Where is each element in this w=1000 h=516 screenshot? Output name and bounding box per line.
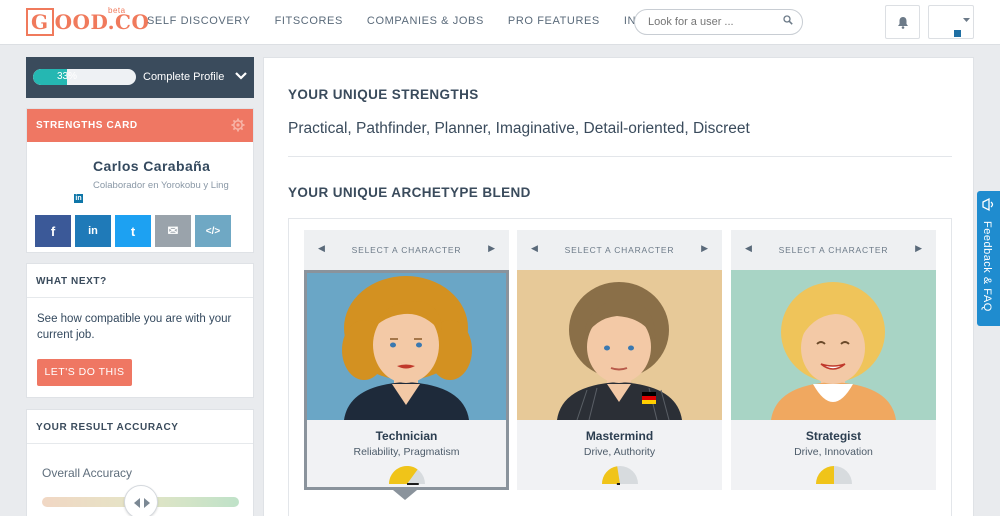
character-gauge [389, 466, 425, 485]
select-character-label: SELECT A CHARACTER [351, 245, 462, 255]
character-info: Mastermind Drive, Authority [517, 420, 722, 490]
accuracy-slider-handle[interactable] [124, 485, 158, 516]
user-search [634, 9, 803, 35]
complete-profile-bar[interactable]: 33% Complete Profile [26, 57, 254, 98]
character-selector: ◀ SELECT A CHARACTER ▶ [304, 230, 509, 270]
character-portrait [731, 270, 936, 420]
selected-pointer [393, 490, 417, 500]
share-embed-button[interactable]: </> [195, 215, 231, 247]
technician-illustration [304, 270, 509, 420]
email-icon: ✉ [167, 223, 179, 238]
character-name: Technician [375, 429, 438, 443]
megaphone-icon [982, 197, 994, 212]
character-card-mastermind[interactable]: ◀ SELECT A CHARACTER ▶ Mastermind Drive,… [517, 230, 722, 490]
select-character-label: SELECT A CHARACTER [564, 245, 675, 255]
profile-name: Carlos Carabaña [93, 158, 211, 174]
result-accuracy-title: YOUR RESULT ACCURACY [27, 410, 253, 444]
nav-pro-features[interactable]: PRO FEATURES [508, 15, 600, 27]
account-menu[interactable] [928, 5, 974, 39]
strengths-card-header: STRENGTHS CARD [27, 109, 253, 142]
character-traits: Reliability, Pragmatism [353, 446, 460, 458]
search-icon[interactable] [783, 15, 793, 25]
main-nav: SELF DISCOVERY FITSCORES COMPANIES & JOB… [147, 15, 705, 27]
arrows-left-right-icon [134, 498, 150, 508]
overall-accuracy-label: Overall Accuracy [42, 466, 133, 480]
what-next-title: WHAT NEXT? [27, 264, 253, 298]
linkedin-icon: in [88, 225, 98, 237]
embed-icon: </> [205, 225, 221, 237]
character-name: Mastermind [585, 429, 654, 443]
lets-do-this-button[interactable]: LET'S DO THIS [37, 359, 132, 386]
goodco-logo[interactable]: G OOD.CO beta [26, 6, 149, 36]
bell-icon [898, 17, 908, 29]
notifications-button[interactable] [885, 5, 920, 39]
section-divider [288, 156, 952, 157]
caret-down-icon [963, 18, 970, 22]
user-search-input[interactable] [648, 16, 778, 28]
progress-percent: 33% [57, 71, 78, 82]
share-facebook-button[interactable]: f [35, 215, 71, 247]
share-email-button[interactable]: ✉ [155, 215, 191, 247]
character-selector: ◀ SELECT A CHARACTER ▶ [731, 230, 936, 270]
character-traits: Drive, Innovation [794, 446, 873, 458]
top-navbar: G OOD.CO beta SELF DISCOVERY FITSCORES CO… [0, 0, 1000, 45]
what-next-text: See how compatible you are with your cur… [37, 313, 232, 341]
unique-strengths-list: Practical, Pathfinder, Planner, Imaginat… [288, 120, 750, 137]
twitter-icon: t [130, 223, 136, 239]
chevron-down-icon[interactable] [235, 71, 247, 81]
archetype-blend-heading: YOUR UNIQUE ARCHETYPE BLEND [288, 185, 531, 200]
share-twitter-button[interactable]: t [115, 215, 151, 247]
nav-self-discovery[interactable]: SELF DISCOVERY [147, 15, 251, 27]
strengths-card: STRENGTHS CARD Carlos Carabaña Colaborad… [26, 108, 254, 253]
main-panel: YOUR UNIQUE STRENGTHS Practical, Pathfin… [263, 57, 974, 516]
what-next-card: WHAT NEXT? See how compatible you are wi… [26, 263, 254, 398]
linkedin-icon [954, 30, 961, 37]
facebook-icon: f [50, 223, 56, 239]
feedback-faq-label: Feedback & FAQ [981, 221, 993, 312]
select-character-label: SELECT A CHARACTER [778, 245, 889, 255]
character-gauge [816, 466, 852, 484]
strengths-card-title: STRENGTHS CARD [36, 120, 138, 131]
character-info: Strategist Drive, Innovation [731, 420, 936, 490]
character-gauge [602, 466, 638, 485]
arrow-right-icon[interactable]: ▶ [488, 243, 495, 254]
character-portrait [517, 270, 722, 420]
gear-icon[interactable] [231, 118, 245, 132]
linkedin-icon: in [74, 194, 83, 203]
character-card-strategist[interactable]: ◀ SELECT A CHARACTER ▶ Strategist Drive,… [731, 230, 936, 490]
beta-badge: beta [108, 6, 126, 15]
character-info: Technician Reliability, Pragmatism [304, 420, 509, 490]
result-accuracy-card: YOUR RESULT ACCURACY Overall Accuracy [26, 409, 254, 516]
arrow-right-icon[interactable]: ▶ [701, 243, 708, 254]
nav-companies-jobs[interactable]: COMPANIES & JOBS [367, 15, 484, 27]
character-card-technician[interactable]: ◀ SELECT A CHARACTER ▶ Technician Reliab… [304, 230, 509, 490]
character-portrait [304, 270, 509, 420]
profile-progress: 33% [33, 69, 136, 85]
character-selector: ◀ SELECT A CHARACTER ▶ [517, 230, 722, 270]
strategist-illustration [731, 270, 936, 420]
character-traits: Drive, Authority [583, 446, 656, 458]
profile-role: Colaborador en Yorokobu y Ling [93, 180, 229, 191]
complete-profile-label: Complete Profile [143, 71, 225, 83]
nav-fitscores[interactable]: FITSCORES [275, 15, 343, 27]
character-name: Strategist [805, 429, 862, 443]
share-buttons: f in t ✉ </> [35, 215, 231, 247]
feedback-faq-tab[interactable]: Feedback & FAQ [977, 191, 1000, 326]
unique-strengths-heading: YOUR UNIQUE STRENGTHS [288, 87, 479, 102]
mastermind-illustration [517, 270, 722, 420]
share-linkedin-button[interactable]: in [75, 215, 111, 247]
arrow-right-icon[interactable]: ▶ [915, 243, 922, 254]
